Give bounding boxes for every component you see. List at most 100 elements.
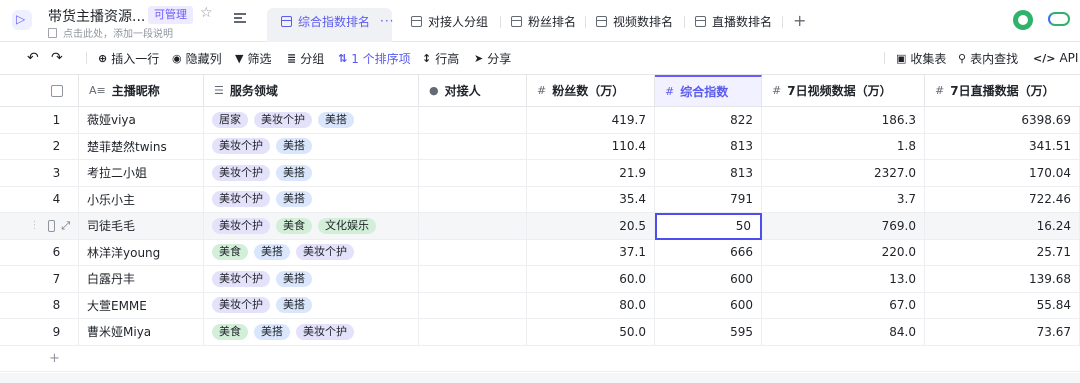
service-domain-cell[interactable]: 美妆个护 美搭 <box>204 186 419 213</box>
streamer-name-cell[interactable]: 薇娅viya <box>79 107 204 134</box>
doc-description[interactable]: 点击此处，添加一段说明 <box>48 25 173 40</box>
video-data-cell[interactable]: 1.8 <box>762 133 925 160</box>
form-button[interactable]: ▣ 收集表 <box>896 42 946 74</box>
fans-cell[interactable]: 80.0 <box>527 292 655 319</box>
column-header-video[interactable]: #7日视频数据（万） <box>762 75 925 107</box>
composite-index-cell[interactable]: 822 <box>655 107 762 134</box>
more-icon[interactable]: ··· <box>380 14 394 28</box>
row-index[interactable]: 9 <box>35 319 79 346</box>
streamer-name-cell[interactable]: 林洋洋young <box>79 239 204 266</box>
live-data-cell[interactable]: 170.04 <box>925 160 1080 187</box>
contact-cell[interactable] <box>419 319 527 346</box>
fans-cell[interactable]: 37.1 <box>527 239 655 266</box>
row-index[interactable]: 1 <box>35 107 79 134</box>
fans-cell[interactable]: 21.9 <box>527 160 655 187</box>
tab-contact-group[interactable]: 对接人分组 <box>411 0 488 42</box>
tab-video-rank[interactable]: 视频数排名 <box>596 0 673 42</box>
live-data-cell[interactable]: 6398.69 <box>925 107 1080 134</box>
composite-index-cell-editing[interactable]: 50 <box>655 213 762 240</box>
composite-index-cell[interactable]: 791 <box>655 186 762 213</box>
composite-index-cell[interactable]: 813 <box>655 160 762 187</box>
streamer-name-cell[interactable]: 小乐小主 <box>79 186 204 213</box>
column-header-index[interactable]: # 综合指数 <box>655 75 762 107</box>
add-tab-button[interactable]: + <box>793 11 806 30</box>
fans-cell[interactable]: 60.0 <box>527 266 655 293</box>
streamer-name-cell[interactable]: 司徒毛毛 <box>79 213 204 240</box>
api-button[interactable]: </> API <box>1033 42 1078 74</box>
base-logo-icon[interactable]: ▷ <box>12 10 32 30</box>
video-data-cell[interactable]: 67.0 <box>762 292 925 319</box>
tab-fans-rank[interactable]: 粉丝排名 <box>511 0 576 42</box>
fans-cell[interactable]: 419.7 <box>527 107 655 134</box>
service-domain-cell[interactable]: 美妆个护 美搭 <box>204 266 419 293</box>
live-data-cell[interactable]: 16.24 <box>925 213 1080 240</box>
composite-index-cell[interactable]: 600 <box>655 292 762 319</box>
fans-cell[interactable]: 50.0 <box>527 319 655 346</box>
share-button[interactable]: ➤ 分享 <box>474 42 511 74</box>
column-header-domain[interactable]: ☰ 服务领域 <box>204 75 419 107</box>
contact-cell[interactable] <box>419 266 527 293</box>
star-icon[interactable]: ☆ <box>200 5 213 21</box>
service-domain-cell[interactable]: 美妆个护 美搭 <box>204 133 419 160</box>
streamer-name-cell[interactable]: 曹米娅Miya <box>79 319 204 346</box>
row-index[interactable]: 6 <box>35 239 79 266</box>
composite-index-cell[interactable]: 813 <box>655 133 762 160</box>
expand-row-icon[interactable]: ⤢ <box>61 219 70 233</box>
doc-title[interactable]: 带货主播资源... <box>48 6 145 26</box>
contact-cell[interactable] <box>419 107 527 134</box>
live-data-cell[interactable]: 722.46 <box>925 186 1080 213</box>
video-data-cell[interactable]: 84.0 <box>762 319 925 346</box>
fans-cell[interactable]: 35.4 <box>527 186 655 213</box>
select-all-checkbox[interactable] <box>35 75 79 107</box>
live-data-cell[interactable]: 139.68 <box>925 266 1080 293</box>
live-data-cell[interactable]: 25.71 <box>925 239 1080 266</box>
composite-index-cell[interactable]: 666 <box>655 239 762 266</box>
service-domain-cell[interactable]: 美食 美搭 美妆个护 <box>204 319 419 346</box>
row-height-button[interactable]: ↕ 行高 <box>422 42 459 74</box>
row-index[interactable]: 8 <box>35 292 79 319</box>
insert-row-button[interactable]: ⊕ 插入一行 <box>98 42 159 74</box>
contact-cell[interactable] <box>419 213 527 240</box>
service-domain-cell[interactable]: 美妆个护 美搭 <box>204 292 419 319</box>
streamer-name-cell[interactable]: 白露丹丰 <box>79 266 204 293</box>
composite-index-cell[interactable]: 595 <box>655 319 762 346</box>
contact-cell[interactable] <box>419 133 527 160</box>
video-data-cell[interactable]: 3.7 <box>762 186 925 213</box>
live-data-cell[interactable]: 73.67 <box>925 319 1080 346</box>
contact-cell[interactable] <box>419 186 527 213</box>
live-data-cell[interactable]: 55.84 <box>925 292 1080 319</box>
row-index[interactable]: 4 <box>35 186 79 213</box>
live-data-cell[interactable]: 341.51 <box>925 133 1080 160</box>
video-data-cell[interactable]: 13.0 <box>762 266 925 293</box>
contact-cell[interactable] <box>419 292 527 319</box>
sort-button[interactable]: ⇅ 1 个排序项 <box>338 42 411 74</box>
service-domain-cell[interactable]: 美妆个护 美食 文化娱乐 <box>204 213 419 240</box>
row-index[interactable]: 2 <box>35 133 79 160</box>
composite-index-cell[interactable]: 600 <box>655 266 762 293</box>
fans-cell[interactable]: 110.4 <box>527 133 655 160</box>
streamer-name-cell[interactable]: 大萱EMME <box>79 292 204 319</box>
contact-cell[interactable] <box>419 160 527 187</box>
group-button[interactable]: ≣ 分组 <box>287 42 324 74</box>
tab-live-rank[interactable]: 直播数排名 <box>695 0 772 42</box>
video-data-cell[interactable]: 220.0 <box>762 239 925 266</box>
tab-composite-index[interactable]: 综合指数排名 ··· <box>281 0 394 42</box>
add-row-button[interactable]: + <box>0 346 1080 372</box>
streamer-name-cell[interactable]: 楚菲楚然twins <box>79 133 204 160</box>
streamer-name-cell[interactable]: 考拉二小姐 <box>79 160 204 187</box>
video-data-cell[interactable]: 186.3 <box>762 107 925 134</box>
fans-cell[interactable]: 20.5 <box>527 213 655 240</box>
filter-button[interactable]: ▼ 筛选 <box>235 42 271 74</box>
column-header-live[interactable]: #7日直播数据（万） <box>925 75 1080 107</box>
undo-button[interactable]: ↶ <box>27 42 39 74</box>
service-domain-cell[interactable]: 美妆个护 美搭 <box>204 160 419 187</box>
service-domain-cell[interactable]: 美食 美搭 美妆个护 <box>204 239 419 266</box>
search-button[interactable]: ⚲ 表内查找 <box>958 42 1018 74</box>
column-header-name[interactable]: A≡ 主播昵称 <box>79 75 204 107</box>
redo-button[interactable]: ↷ <box>51 42 63 74</box>
avatar[interactable] <box>1013 10 1033 30</box>
service-domain-cell[interactable]: 居家 美妆个护 美搭 <box>204 107 419 134</box>
row-index[interactable]: ⤢ <box>35 213 79 240</box>
row-index[interactable]: 7 <box>35 266 79 293</box>
column-header-contact[interactable]: ● 对接人 <box>419 75 527 107</box>
